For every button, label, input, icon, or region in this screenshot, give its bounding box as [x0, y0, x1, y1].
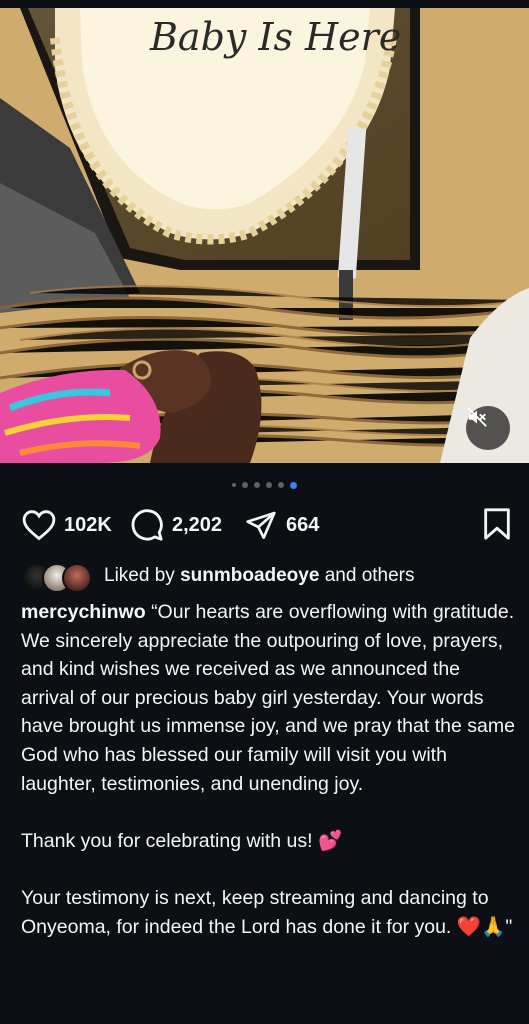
carousel-dot	[278, 482, 284, 488]
comment-count: 2,202	[172, 513, 223, 536]
post-photo: Baby Is Here	[0, 8, 529, 463]
post-media[interactable]: Baby Is Here	[0, 8, 529, 463]
post-actions-bar: 102K 2,202 664	[22, 504, 512, 546]
liked-by-user[interactable]: sunmboadeoye	[180, 565, 319, 587]
status-bar-strip	[0, 0, 529, 8]
caption-text: “Our hearts are overflowing with gratitu…	[21, 601, 515, 938]
volume-muted-icon	[467, 407, 487, 427]
comment-icon	[131, 509, 163, 541]
liked-by-prefix: Liked by	[104, 565, 175, 586]
carousel-dot-active	[290, 481, 297, 489]
like-count: 102K	[64, 513, 112, 536]
carousel-indicator	[0, 480, 529, 490]
share-icon	[246, 511, 276, 539]
carousel-dot	[232, 483, 236, 487]
avatar	[62, 563, 92, 593]
like-button[interactable]: 102K	[22, 504, 112, 546]
post-caption: mercychinwo “Our hearts are overflowing …	[21, 598, 516, 941]
caption-username[interactable]: mercychinwo	[21, 601, 146, 623]
save-button[interactable]	[482, 507, 512, 546]
liked-by-suffix: and others	[324, 565, 415, 586]
liked-by-row[interactable]: Liked by sunmboadeoye and others	[22, 560, 415, 593]
share-count: 664	[286, 513, 320, 536]
cake-topper-text: Baby Is Here	[149, 15, 401, 59]
heart-icon	[22, 510, 56, 541]
carousel-dot	[266, 482, 272, 488]
carousel-dot	[242, 482, 248, 488]
comment-button[interactable]: 2,202	[130, 504, 222, 546]
mute-toggle-button[interactable]	[466, 406, 510, 450]
carousel-dot	[254, 482, 260, 488]
bookmark-icon	[484, 508, 510, 540]
liked-by-avatars	[22, 562, 94, 593]
share-button[interactable]: 664	[244, 504, 319, 546]
